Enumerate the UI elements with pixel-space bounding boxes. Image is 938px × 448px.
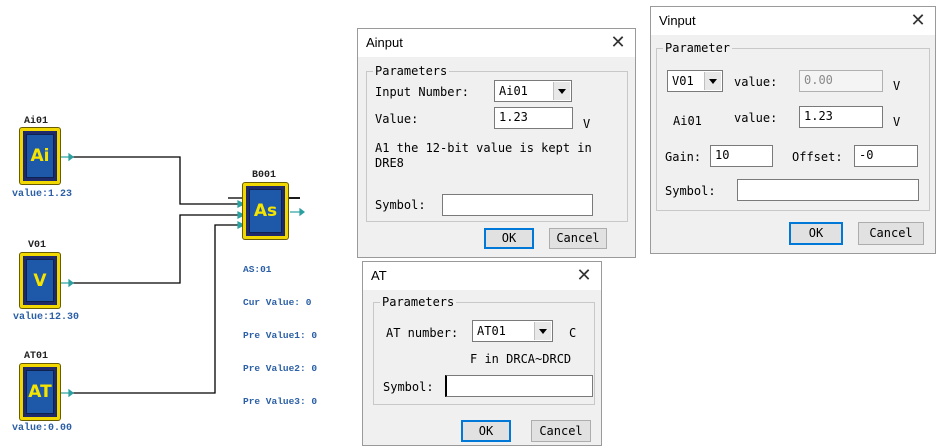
as-info-line: AS:01 — [243, 264, 272, 275]
as-info-line: Pre Value1: 0 — [243, 330, 318, 341]
at-dialog: AT ✕ Parameters AT number: AT01 C F in D… — [362, 261, 602, 446]
at-unit: C — [569, 326, 577, 340]
close-icon[interactable]: ✕ — [573, 264, 595, 286]
at-block-value: value:0.00 — [12, 423, 73, 434]
ai-block-label: Ai01 — [24, 116, 49, 127]
at-ok-button[interactable]: OK — [461, 420, 511, 442]
value-field[interactable]: 1.23 — [494, 107, 573, 129]
v-number-value: V01 — [672, 74, 694, 88]
symbol-label: Symbol: — [375, 198, 426, 212]
at-note: F in DRCA~DRCD — [470, 352, 572, 366]
input-number-select[interactable]: Ai01 — [494, 80, 572, 102]
v-symbol-label: Symbol: — [665, 184, 716, 198]
vinput-titlebar[interactable]: Vinput ✕ — [651, 7, 935, 35]
chevron-down-icon[interactable] — [534, 322, 551, 340]
v-value-field: 0.00 — [799, 70, 883, 92]
as-block[interactable]: As — [243, 183, 288, 239]
ai-block[interactable]: Ai — [20, 128, 60, 184]
as-block-info: AS:01 Cur Value: 0 Pre Value1: 0 Pre Val… — [243, 242, 317, 418]
v-block-value: value:12.30 — [13, 312, 80, 323]
v-cancel-button[interactable]: Cancel — [858, 222, 924, 245]
ai-value-unit: V — [893, 115, 901, 129]
ai-value-field[interactable]: 1.23 — [799, 106, 883, 128]
v-block[interactable]: V — [20, 253, 60, 308]
v-number-select[interactable]: V01 — [667, 70, 723, 92]
symbol-field[interactable] — [442, 194, 593, 216]
ai-block-text: Ai — [30, 146, 50, 166]
ainput-note-line1: A1 the 12-bit value is kept in — [375, 141, 592, 155]
at-cancel-button[interactable]: Cancel — [531, 420, 591, 442]
chevron-down-icon[interactable] — [704, 72, 721, 90]
ainput-dialog: Ainput ✕ Parameters Input Number: Ai01 V… — [357, 28, 636, 258]
at-symbol-label: Symbol: — [383, 380, 434, 394]
v-ok-button[interactable]: OK — [789, 222, 843, 245]
ai-block-value: value:1.23 — [12, 189, 73, 200]
at-block[interactable]: AT — [20, 364, 60, 420]
at-number-label: AT number: — [386, 326, 459, 340]
chevron-down-icon[interactable] — [553, 82, 570, 100]
close-icon[interactable]: ✕ — [907, 9, 929, 31]
value-unit: V — [583, 117, 591, 131]
v-value-label: value: — [734, 75, 778, 89]
at-number-value: AT01 — [477, 324, 506, 338]
close-icon[interactable]: ✕ — [607, 31, 629, 53]
at-titlebar[interactable]: AT ✕ — [363, 262, 601, 290]
at-title: AT — [371, 268, 387, 283]
v-symbol-field[interactable] — [737, 179, 919, 201]
ainput-titlebar[interactable]: Ainput ✕ — [358, 29, 635, 57]
as-info-line: Pre Value2: 0 — [243, 363, 318, 374]
gain-label: Gain: — [665, 150, 702, 164]
at-number-select[interactable]: AT01 — [472, 320, 553, 342]
at-block-text: AT — [28, 382, 52, 402]
vinput-group-legend: Parameter — [663, 41, 733, 55]
input-number-label: Input Number: — [375, 85, 469, 99]
value-label: Value: — [375, 112, 419, 126]
as-info-line: Cur Value: 0 — [243, 297, 312, 308]
as-info-line: Pre Value3: 0 — [243, 396, 318, 407]
ai-value-label: value: — [734, 111, 778, 125]
input-number-value: Ai01 — [499, 84, 528, 98]
at-group-legend: Parameters — [380, 295, 457, 309]
ai-source-label: Ai01 — [673, 114, 702, 128]
gain-field[interactable]: 10 — [710, 145, 773, 167]
ainput-note-line2: DRE8 — [375, 156, 404, 170]
as-block-label: B001 — [252, 170, 277, 181]
cancel-button[interactable]: Cancel — [549, 228, 607, 249]
at-block-label: AT01 — [24, 351, 49, 362]
ainput-title: Ainput — [366, 35, 403, 50]
as-block-text: As — [253, 201, 278, 221]
offset-label: Offset: — [792, 150, 843, 164]
ainput-group-legend: Parameters — [373, 64, 450, 78]
at-symbol-field[interactable] — [445, 375, 593, 397]
offset-field[interactable]: -0 — [854, 145, 918, 167]
v-block-text: V — [33, 270, 47, 291]
vinput-dialog: Vinput ✕ Parameter V01 value: 0.00 V Ai0… — [650, 6, 936, 254]
ok-button[interactable]: OK — [484, 228, 534, 249]
vinput-title: Vinput — [659, 13, 696, 28]
v-value-unit: V — [893, 79, 901, 93]
v-block-label: V01 — [28, 240, 47, 251]
